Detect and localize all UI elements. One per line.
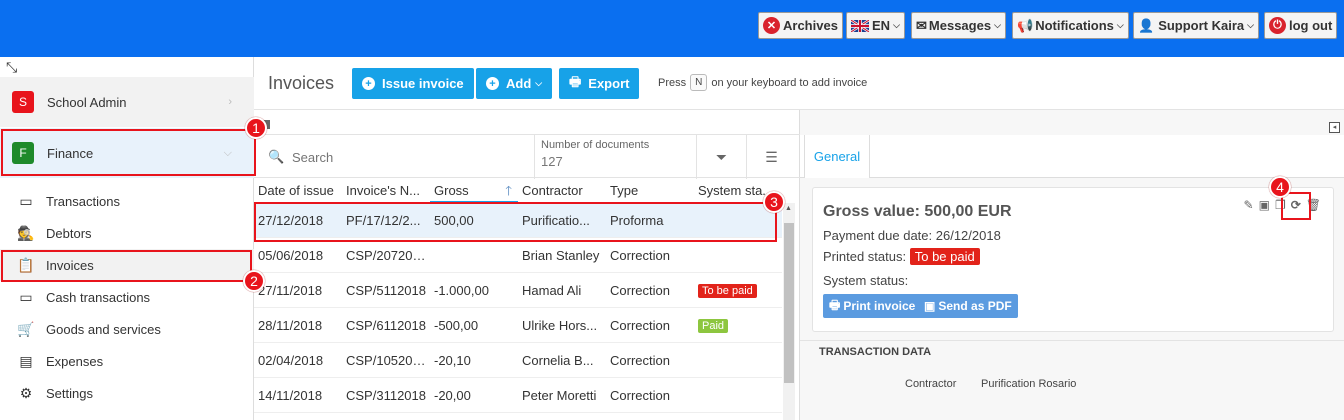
messages-button[interactable]: ✉ Messages ⌵: [911, 12, 1006, 39]
sidebar-item-expenses[interactable]: ▤ Expenses: [0, 345, 254, 377]
sidebar-item-goods-services[interactable]: 🛒 Goods and services: [0, 313, 254, 345]
chevron-right-icon: ›: [228, 96, 232, 108]
step-marker: 3: [763, 191, 785, 213]
gear-icon: ⚙: [19, 384, 33, 401]
funnel-icon: ⏷: [715, 148, 728, 165]
printer-icon: 🖶: [829, 297, 841, 312]
document-count: Number of documents 127: [534, 135, 696, 179]
menu-button[interactable]: ☰: [746, 135, 796, 179]
close-circle-icon: ✕: [763, 17, 780, 34]
sidebar: ⤡ S School Admin › F Finance ⌵ ▭ Transact…: [0, 57, 254, 420]
plus-icon: +: [362, 77, 375, 90]
scrollbar[interactable]: ▲: [783, 203, 795, 420]
sidebar-item-transactions[interactable]: ▭ Transactions: [0, 185, 254, 217]
sidebar-item-settings[interactable]: ⚙ Settings: [0, 377, 254, 409]
chevron-down-icon: ⌵: [1247, 20, 1254, 30]
search-input[interactable]: [292, 143, 522, 171]
gross-value: Gross value: 500,00 EUR: [823, 203, 1012, 220]
sort-arrow-up-icon: 🡑: [505, 183, 512, 198]
detail-tabs: General: [800, 135, 1344, 178]
column-header[interactable]: Contractor: [518, 178, 606, 203]
contractor-label: Contractor: [905, 378, 957, 390]
contractor-value: Purification Rosario: [981, 378, 1077, 390]
export-button[interactable]: 🖶 Export: [559, 68, 640, 99]
main-header: Invoices + Issue invoice + Add ⌵ 🖶 Export Pr…: [254, 57, 1344, 110]
highlight-box: [254, 202, 777, 242]
search-icon: 🔍: [268, 149, 285, 164]
system-status: System status:: [823, 273, 909, 288]
table-row[interactable]: 14/11/2018 CSP/3112018 -20,00 Peter More…: [254, 378, 782, 413]
language-dropdown[interactable]: EN ⌵: [846, 12, 905, 39]
column-header[interactable]: Invoice's N...: [342, 178, 430, 203]
filter-button[interactable]: ⏷: [696, 135, 746, 179]
step-marker: 1: [245, 117, 267, 139]
highlight-box: [1, 250, 252, 282]
credit-card-icon: ▭: [19, 192, 33, 209]
money-icon: ▭: [19, 288, 33, 305]
scrollbar-thumb[interactable]: [784, 223, 794, 383]
column-header-sorted[interactable]: Gross 🡑: [430, 178, 518, 203]
send-pdf-button[interactable]: ▣ Send as PDF: [918, 294, 1018, 318]
megaphone-icon: 📢: [1017, 17, 1034, 33]
top-bar: ✕ Archives EN ⌵ ✉ Messages ⌵ 📢 Notificatio…: [0, 0, 1344, 57]
step-marker: 2: [243, 270, 265, 292]
collapse-arrows-icon[interactable]: ⤡: [6, 59, 17, 76]
step-marker: 4: [1269, 176, 1291, 198]
key-badge: N: [690, 74, 708, 91]
status-badge: Paid: [698, 319, 729, 333]
add-button[interactable]: + Add ⌵: [476, 68, 553, 99]
issue-invoice-button[interactable]: + Issue invoice: [352, 68, 474, 99]
power-icon: ⏻: [1269, 17, 1286, 34]
print-invoice-button[interactable]: 🖶 Print invoice: [823, 294, 922, 318]
printer-icon: 🖶: [569, 73, 582, 89]
filter-row: 🔍 Number of documents 127 ⏷ ☰: [254, 134, 800, 179]
chevron-down-icon: ⌵: [1116, 20, 1124, 30]
section-heading: TRANSACTION DATA: [800, 340, 1344, 362]
user-menu-button[interactable]: 👤 Support Kaira ⌵: [1133, 12, 1259, 39]
module-badge: S: [12, 91, 34, 113]
payment-due-date: Payment due date: 26/12/2018: [823, 228, 1001, 243]
user-icon: 👤: [1138, 17, 1155, 33]
sidebar-item-cash-transactions[interactable]: ▭ Cash transactions: [0, 281, 254, 313]
table-row[interactable]: 28/11/2018 CSP/6112018 -500,00 Ulrike Ho…: [254, 308, 782, 343]
table-row[interactable]: 05/06/2018 CSP/2072018 Brian Stanley Cor…: [254, 238, 782, 273]
chevron-down-icon: ⌵: [893, 20, 900, 30]
expense-icon: ▤: [19, 352, 33, 369]
invoice-detail-panel: ◂ General Gross value: 500,00 EUR ✎ ▣ ❐ …: [800, 110, 1344, 420]
table-row[interactable]: 27/11/2018 CSP/5112018 -1.000,00 Hamad A…: [254, 273, 782, 308]
printed-status: Printed status: To be paid: [823, 248, 980, 265]
notifications-button[interactable]: 📢 Notifications ⌵: [1012, 12, 1129, 39]
pencil-icon[interactable]: ✎: [1244, 198, 1254, 212]
spy-icon: 🕵: [17, 224, 35, 241]
column-header[interactable]: Type: [606, 178, 694, 203]
invoice-list-panel: 🔍 Number of documents 127 ⏷ ☰ Date of is…: [254, 110, 800, 420]
column-header[interactable]: Date of issue: [254, 178, 342, 203]
chevron-down-icon: ⌵: [535, 78, 543, 88]
tab-general[interactable]: General: [804, 135, 870, 178]
uk-flag-icon: [851, 19, 869, 32]
table-header: Date of issue Invoice's N... Gross 🡑 Con…: [254, 178, 800, 203]
envelope-icon: ✉: [916, 17, 927, 33]
scroll-up-icon[interactable]: ▲: [785, 205, 792, 212]
logout-button[interactable]: ⏻ log out: [1264, 12, 1338, 39]
chevron-down-icon: ⌵: [994, 20, 1001, 30]
status-badge: To be paid: [909, 248, 980, 265]
highlight-box: [1, 129, 256, 176]
archives-button[interactable]: ✕ Archives: [758, 12, 843, 39]
keyboard-hint: Press N on your keyboard to add invoice: [658, 74, 867, 91]
cart-icon: 🛒: [17, 320, 35, 337]
hamburger-icon: ☰: [765, 148, 778, 165]
collapse-panel-icon[interactable]: ◂: [1329, 122, 1340, 133]
table-row[interactable]: 02/04/2018 CSP/1052018 -20,10 Cornelia B…: [254, 343, 782, 378]
money-icon[interactable]: ▣: [1259, 198, 1270, 212]
sidebar-item-debtors[interactable]: 🕵 Debtors: [0, 217, 254, 249]
module-school-admin[interactable]: S School Admin ›: [0, 77, 254, 127]
page-title: Invoices: [268, 73, 335, 93]
plus-icon: +: [486, 77, 499, 90]
invoice-summary-card: Gross value: 500,00 EUR ✎ ▣ ❐ ⟳ 🗑 Paymen…: [812, 187, 1334, 332]
status-badge: To be paid: [698, 284, 757, 298]
image-icon: ▣: [924, 299, 936, 313]
